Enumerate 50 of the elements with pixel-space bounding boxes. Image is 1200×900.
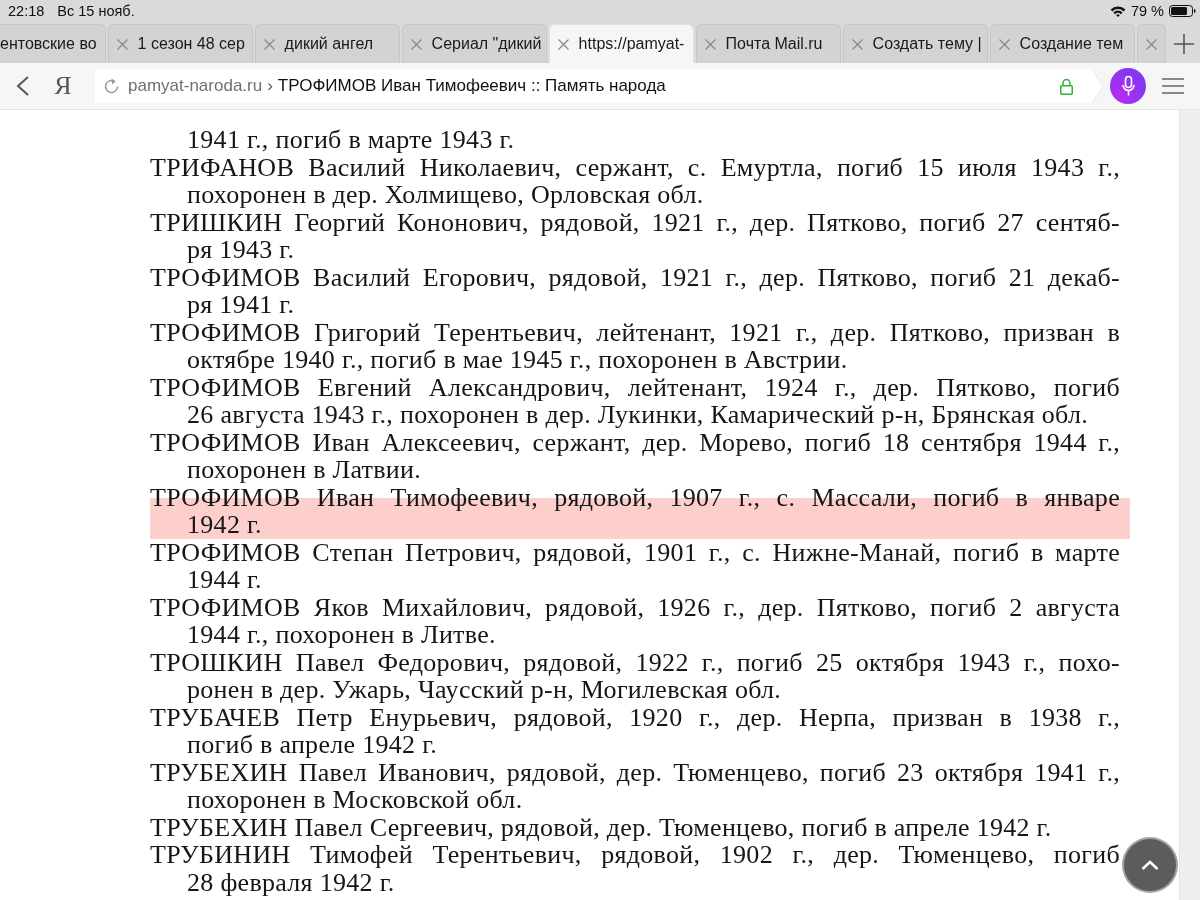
chevron-up-icon xyxy=(1141,860,1159,870)
record-entry: ТРУБЕХИН Павел Иванович, рядовой, дер. Тюменцево, погиб 23 октября 1941 г., похоронен в Московской обл. xyxy=(150,758,1120,814)
record-entry: ТРОФИМОВ Яков Михайлович, рядовой, 1926 г., дер. Пятково, погиб 2 августа 1944 г., похоронен в Литве. xyxy=(150,593,1120,649)
close-icon[interactable] xyxy=(557,38,569,50)
record-entry: ТРИШКИН Георгий Кононович, рядовой, 1921 г., дер. Пятково, погиб 27 сентяб- ря 1943 г. xyxy=(150,208,1120,264)
record-entry: ТРОФИМОВ Григорий Терентьевич, лейтенант, 1921 г., дер. Пятково, призван в октябре 1940 г., погиб в мае 1945 г., похоронен в Австрии. xyxy=(150,318,1120,374)
status-time: 22:18 xyxy=(8,3,45,19)
record-entry: ТРУБАЧЕВ Петр Енурьевич, рядовой, 1920 г., дер. Нерпа, призван в 1938 г., погиб в апреле 1942 г. xyxy=(150,703,1120,759)
record-entry: ТРОШКИН Павел Федорович, рядовой, 1922 г., погиб 25 октября 1943 г., похо- ронен в дер. Ужарь, Чаусский р-н, Могилевская обл. xyxy=(150,648,1120,704)
menu-icon xyxy=(1162,78,1184,94)
close-icon[interactable] xyxy=(704,38,716,50)
close-icon[interactable] xyxy=(998,38,1010,50)
wifi-icon xyxy=(1109,5,1126,17)
voice-search-button[interactable] xyxy=(1110,68,1146,104)
back-button[interactable] xyxy=(16,76,30,96)
url-separator: › xyxy=(267,76,273,96)
browser-tab[interactable]: Создание тем xyxy=(989,24,1135,63)
record-entry: ТРУБИНИН Тимофей Терентьевич, рядовой, 1902 г., дер. Тюменцево, погиб 28 февраля 1942 г. xyxy=(150,841,1120,896)
close-icon[interactable] xyxy=(116,38,128,50)
record-entry: ТРОФИМОВ Иван Алексеевич, сержант, дер. Морево, погиб 18 сентября 1944 г., похоронен в Латвии. xyxy=(150,428,1120,484)
battery-percentage: 79 % xyxy=(1130,3,1164,19)
close-icon[interactable] xyxy=(410,38,422,50)
address-bar[interactable]: pamyat-naroda.ru › ТРОФИМОВ Иван Тимофеевич :: Память народа xyxy=(95,69,1103,103)
browser-tab[interactable]: 1 сезон 48 сер xyxy=(107,24,253,63)
browser-tab[interactable]: Почта Mail.ru xyxy=(695,24,841,63)
logo-button[interactable]: Я xyxy=(48,71,78,101)
record-entry: ТРИФАНОВ Василий Николаевич, сержант, с. Емуртла, погиб 15 июля 1943 г., похоронен в дер. Холмищево, Орловская обл. xyxy=(150,153,1120,209)
browser-tab[interactable]: дикий ангел xyxy=(254,24,400,63)
browser-tab[interactable]: Создать тему | xyxy=(842,24,988,63)
browser-tab[interactable]: ентовские во xyxy=(0,24,106,63)
url-domain: pamyat-naroda.ru xyxy=(128,76,263,96)
status-date: Вс 15 нояб. xyxy=(57,3,135,19)
record-entry: 1941 г., погиб в марте 1943 г. xyxy=(186,126,516,154)
record-entry: ТРОФИМОВ Степан Петрович, рядовой, 1901 г., с. Нижне-Манай, погиб в марте 1944 г. xyxy=(150,538,1120,594)
close-icon[interactable] xyxy=(1145,38,1157,50)
plus-icon xyxy=(1173,33,1194,54)
record-entry: ТРОФИМОВ Евгений Александрович, лейтенант, 1924 г., дер. Пятково, погиб 26 августа 1943 г., похоронен в дер. Лукинки, Камарический р-н, Брянская обл. xyxy=(150,373,1120,429)
record-entry: ТРУБЕХИН Павел Сергеевич, рядовой, дер. Тюменцево, погиб в апреле 1942 г. xyxy=(150,813,1053,841)
chevron-left-icon xyxy=(16,76,30,96)
reload-icon[interactable] xyxy=(103,77,120,95)
record-entry: ТРОФИМОВ Василий Егорович, рядовой, 1921 г., дер. Пятково, погиб 21 декаб- ря 1941 г. xyxy=(150,263,1120,319)
battery-icon xyxy=(1169,5,1196,17)
close-icon[interactable] xyxy=(851,38,863,50)
page-title: ТРОФИМОВ Иван Тимофеевич :: Память народа xyxy=(277,76,666,96)
close-icon[interactable] xyxy=(263,38,275,50)
browser-tab[interactable] xyxy=(1136,24,1166,63)
menu-button[interactable] xyxy=(1162,78,1184,94)
microphone-icon xyxy=(1121,76,1135,96)
browser-tab[interactable]: Сериал "дикий xyxy=(401,24,547,63)
browser-tab[interactable]: https://pamyat- xyxy=(548,24,694,63)
